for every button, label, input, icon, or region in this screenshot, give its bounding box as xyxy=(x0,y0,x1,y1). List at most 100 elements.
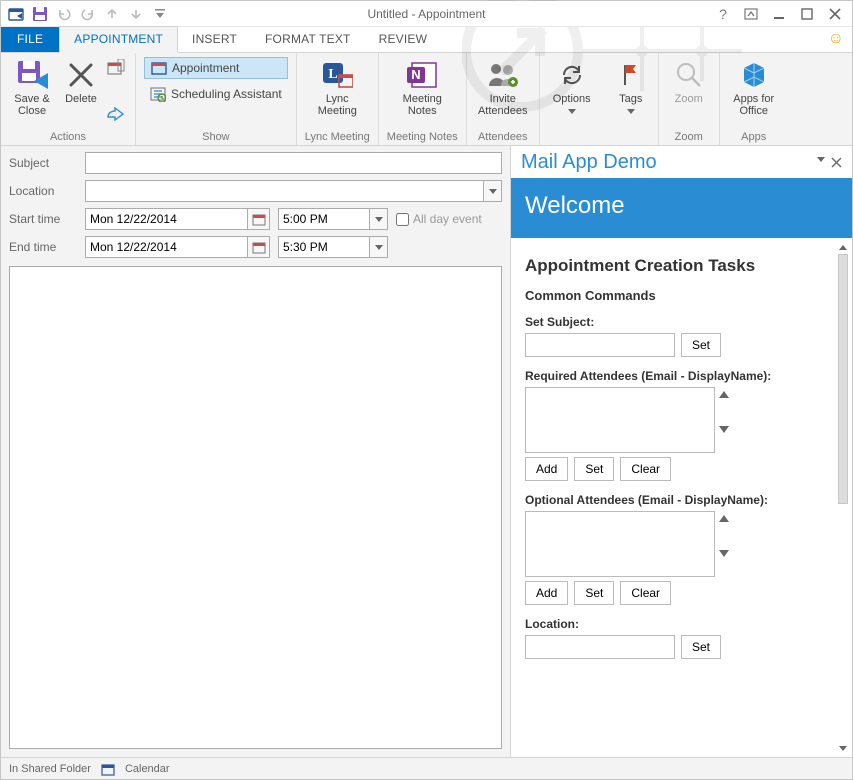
forward-dropdown-icon[interactable] xyxy=(107,107,127,127)
optional-clear-button[interactable]: Clear xyxy=(620,581,671,605)
pane-scrollbar[interactable] xyxy=(836,240,850,755)
attendees-icon xyxy=(487,59,519,91)
required-clear-button[interactable]: Clear xyxy=(620,457,671,481)
appointment-body-editor[interactable] xyxy=(9,266,502,749)
flag-icon xyxy=(615,59,647,91)
end-date-input[interactable] xyxy=(85,236,248,258)
tab-appointment[interactable]: APPOINTMENT xyxy=(59,26,178,53)
scroll-up-icon[interactable] xyxy=(836,240,850,254)
pane-menu-icon[interactable] xyxy=(817,157,825,162)
start-time-dropdown-icon[interactable] xyxy=(370,208,388,230)
scheduling-assistant-label: Scheduling Assistant xyxy=(171,87,282,101)
calendar-icon xyxy=(151,60,167,76)
all-day-checkbox-input[interactable] xyxy=(396,213,409,226)
qat-customize-dropdown-icon[interactable] xyxy=(151,5,169,23)
appointment-view-button[interactable]: Appointment xyxy=(144,57,288,79)
pane-location-input[interactable] xyxy=(525,635,675,659)
required-attendees-down-icon[interactable] xyxy=(719,426,729,433)
save-close-label: Save & Close xyxy=(14,93,49,117)
tab-insert[interactable]: INSERT xyxy=(178,27,251,52)
options-button[interactable]: Options xyxy=(548,57,596,129)
status-calendar-label: Calendar xyxy=(125,763,170,775)
meeting-notes-button[interactable]: N Meeting Notes xyxy=(387,57,457,129)
all-day-checkbox[interactable]: All day event xyxy=(396,212,482,226)
close-icon[interactable] xyxy=(824,4,846,24)
required-add-button[interactable]: Add xyxy=(525,457,568,481)
save-close-button[interactable]: Save & Close xyxy=(9,57,55,129)
end-time-dropdown-icon[interactable] xyxy=(370,236,388,258)
optional-add-button[interactable]: Add xyxy=(525,581,568,605)
optional-attendees-input[interactable] xyxy=(525,511,715,577)
options-label: Options xyxy=(553,93,591,105)
meeting-notes-label: Meeting Notes xyxy=(403,93,442,117)
qat-next-icon[interactable] xyxy=(127,5,145,23)
pane-common-commands: Common Commands xyxy=(525,288,834,303)
qat-calendar-icon[interactable] xyxy=(7,5,25,23)
location-dropdown-icon[interactable] xyxy=(484,180,502,202)
start-date-picker-icon[interactable] xyxy=(248,208,270,230)
onenote-icon: N xyxy=(406,59,438,91)
set-subject-button[interactable]: Set xyxy=(681,333,721,357)
start-date-input[interactable] xyxy=(85,208,248,230)
delete-label: Delete xyxy=(65,93,97,105)
optional-attendees-up-icon[interactable] xyxy=(719,515,729,522)
location-input[interactable] xyxy=(85,180,484,202)
required-set-button[interactable]: Set xyxy=(574,457,614,481)
scheduling-icon xyxy=(150,86,166,102)
zoom-label: Zoom xyxy=(675,93,703,105)
pane-title: Mail App Demo xyxy=(521,151,657,174)
lync-meeting-button[interactable]: L Lync Meeting xyxy=(306,57,368,129)
invite-attendees-button[interactable]: Invite Attendees xyxy=(475,57,531,129)
status-calendar-icon xyxy=(101,762,115,776)
start-time-label: Start time xyxy=(9,212,79,226)
qat-prev-icon[interactable] xyxy=(103,5,121,23)
qat-undo-icon[interactable] xyxy=(55,5,73,23)
appointment-form: Subject Location Start time xyxy=(1,146,511,757)
end-time-label: End time xyxy=(9,240,79,254)
options-dropdown-icon xyxy=(568,109,576,114)
group-attendees-label: Attendees xyxy=(478,129,528,143)
tags-button[interactable]: Tags xyxy=(612,57,650,129)
feedback-smiley-icon[interactable]: ☺ xyxy=(820,26,852,52)
location-label: Location xyxy=(9,184,79,198)
pane-welcome-banner: Welcome xyxy=(511,178,852,238)
optional-attendees-label: Optional Attendees (Email - DisplayName)… xyxy=(525,493,834,507)
minimize-icon[interactable] xyxy=(768,4,790,24)
qat-redo-icon[interactable] xyxy=(79,5,97,23)
qat-save-icon[interactable] xyxy=(31,5,49,23)
help-icon[interactable]: ? xyxy=(712,4,734,24)
required-attendees-input[interactable] xyxy=(525,387,715,453)
tab-format-text[interactable]: FORMAT TEXT xyxy=(251,27,365,52)
invite-attendees-label: Invite Attendees xyxy=(478,93,528,117)
optional-attendees-down-icon[interactable] xyxy=(719,550,729,557)
subject-label: Subject xyxy=(9,156,79,170)
svg-text:L: L xyxy=(329,67,338,82)
pane-location-set-button[interactable]: Set xyxy=(681,635,721,659)
scroll-down-icon[interactable] xyxy=(836,741,850,755)
set-subject-input[interactable] xyxy=(525,333,675,357)
delete-button[interactable]: Delete xyxy=(61,57,101,129)
all-day-label: All day event xyxy=(413,212,482,226)
apps-for-office-button[interactable]: Apps for Office xyxy=(728,57,780,129)
tab-review[interactable]: REVIEW xyxy=(365,27,442,52)
calendar-copy-icon[interactable] xyxy=(107,59,127,79)
group-tags: Tags . xyxy=(604,53,659,145)
zoom-icon xyxy=(673,59,705,91)
maximize-icon[interactable] xyxy=(796,4,818,24)
required-attendees-up-icon[interactable] xyxy=(719,391,729,398)
scheduling-assistant-button[interactable]: Scheduling Assistant xyxy=(144,83,288,105)
required-attendees-label: Required Attendees (Email - DisplayName)… xyxy=(525,369,834,383)
optional-set-button[interactable]: Set xyxy=(574,581,614,605)
ribbon-display-icon[interactable] xyxy=(740,4,762,24)
group-actions: Save & Close Delete Actions xyxy=(1,53,136,145)
title-bar: Untitled - Appointment ? xyxy=(1,1,852,27)
group-zoom-label: Zoom xyxy=(675,129,703,143)
pane-close-icon[interactable] xyxy=(831,157,842,168)
apps-for-office-label: Apps for Office xyxy=(733,93,774,117)
end-time-input[interactable] xyxy=(278,236,370,258)
end-date-picker-icon[interactable] xyxy=(248,236,270,258)
tab-file[interactable]: FILE xyxy=(1,27,59,52)
scroll-thumb[interactable] xyxy=(838,254,848,504)
start-time-input[interactable] xyxy=(278,208,370,230)
subject-input[interactable] xyxy=(85,152,502,174)
